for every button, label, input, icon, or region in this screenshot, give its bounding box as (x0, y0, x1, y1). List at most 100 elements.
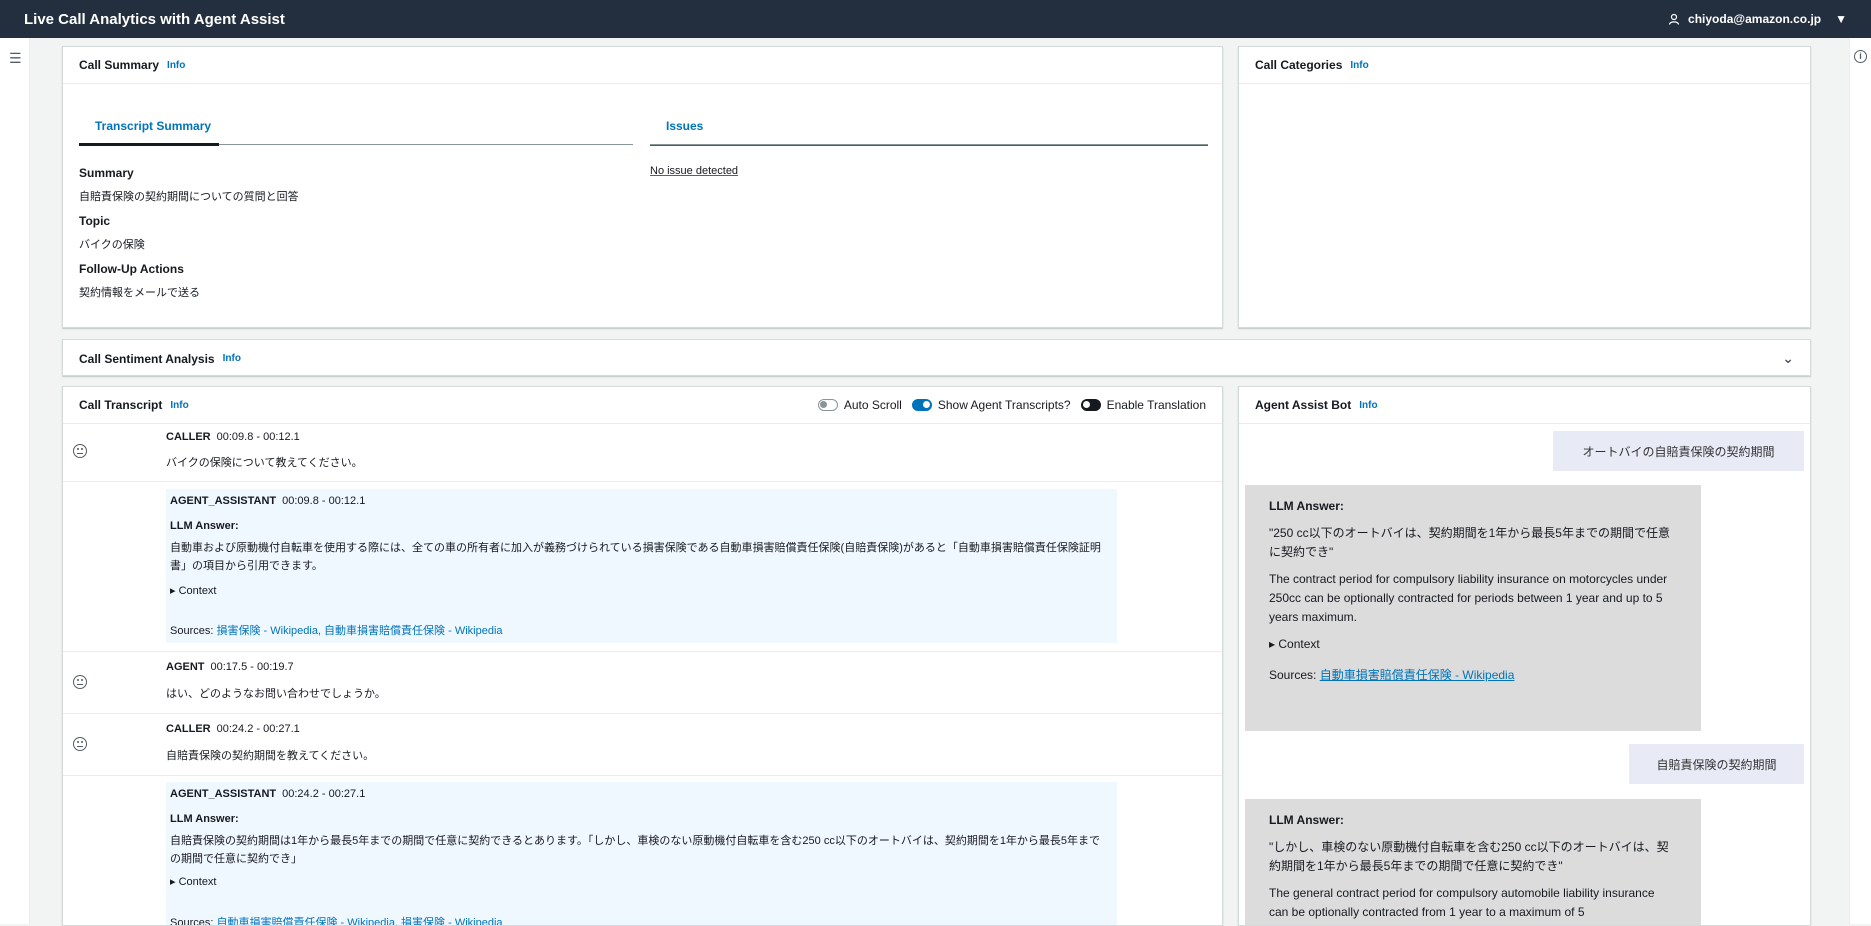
transcript-row: AGENT_ASSISTANT 00:09.8 - 00:12.1 LLM Ans… (63, 482, 1222, 652)
call-transcript-info-link[interactable]: Info (170, 400, 188, 411)
agent-assist-bot-panel: Agent Assist Bot Info オートバイの自賠責保険の契約期間 L… (1238, 386, 1811, 926)
user-menu[interactable]: chiyoda@amazon.co.jp ▼ (1668, 12, 1847, 26)
call-summary-header: Call Summary Info (63, 47, 1222, 84)
transcript-row: AGENT_ASSISTANT 00:24.2 - 00:27.1 LLM Ans… (63, 776, 1222, 926)
summary-label: Summary (79, 166, 134, 180)
sources-label: Sources: (170, 625, 214, 637)
speaker-line: AGENT_ASSISTANT 00:24.2 - 00:27.1 (170, 788, 365, 800)
tab-transcript-summary[interactable]: Transcript Summary (79, 105, 633, 146)
topic-value: バイクの保険 (79, 239, 145, 251)
side-navigation-rail: ☰ (0, 38, 30, 924)
context-toggle[interactable]: ▸ Context (1269, 635, 1677, 654)
caret-down-icon: ▼ (1835, 12, 1847, 26)
answer-quote: "しかし、車検のない原動機付自転車を含む250 cc以下のオートバイは、契約期間… (1269, 840, 1669, 873)
llm-answer-label: LLM Answer: (1269, 813, 1344, 827)
sentiment-panel[interactable]: Call Sentiment Analysis Info ⌄ (62, 339, 1811, 376)
llm-answer-label: LLM Answer: (1269, 499, 1344, 513)
timestamp: 00:24.2 - 00:27.1 (216, 723, 300, 735)
auto-scroll-switch[interactable] (817, 399, 838, 411)
issues-tab-indicator (650, 145, 1208, 146)
context-toggle[interactable]: ▸ Context (170, 584, 217, 597)
neutral-sentiment-icon (73, 675, 87, 689)
show-agent-transcripts-label: Show Agent Transcripts? (937, 398, 1071, 412)
call-categories-header: Call Categories Info (1239, 47, 1810, 84)
call-summary-panel: Call Summary Info Transcript Summary Iss… (62, 46, 1223, 328)
transcript-row: CALLER 00:09.8 - 00:12.1 バイクの保険について教えてくださ… (63, 424, 1222, 482)
top-navigation: Live Call Analytics with Agent Assist ch… (0, 0, 1871, 38)
active-tab-indicator (79, 143, 219, 146)
show-agent-transcripts-toggle[interactable]: Show Agent Transcripts? (911, 398, 1071, 412)
sentiment-info-link[interactable]: Info (223, 353, 241, 364)
show-agent-transcripts-switch[interactable] (911, 399, 932, 411)
no-issue-text: No issue detected (650, 165, 739, 177)
timestamp: 00:09.8 - 00:12.1 (216, 431, 300, 443)
auto-scroll-label: Auto Scroll (843, 398, 902, 412)
sentiment-header: Call Sentiment Analysis Info ⌄ (63, 340, 1810, 377)
call-categories-title: Call Categories (1255, 58, 1343, 72)
utterance-text: バイクの保険について教えてください。 (166, 457, 363, 469)
followup-value: 契約情報をメールで送る (79, 287, 200, 299)
call-summary-title: Call Summary (79, 58, 160, 72)
speaker-name: AGENT (166, 661, 205, 673)
followup-label: Follow-Up Actions (79, 262, 184, 276)
context-toggle[interactable]: ▸ Context (170, 875, 217, 888)
bot-answer-bubble: LLM Answer: "しかし、車検のない原動機付自転車を含む250 cc以下… (1245, 799, 1701, 925)
chevron-down-icon[interactable]: ⌄ (1782, 350, 1794, 367)
answer-text: The contract period for compulsory liabi… (1269, 572, 1668, 624)
speaker-line: CALLER 00:09.8 - 00:12.1 (166, 431, 300, 443)
hamburger-menu-icon[interactable]: ☰ (9, 50, 22, 67)
agent-assist-bot-info-link[interactable]: Info (1359, 400, 1377, 411)
neutral-sentiment-icon (73, 444, 87, 458)
enable-translation-toggle[interactable]: Enable Translation (1080, 398, 1206, 412)
speaker-line: CALLER 00:24.2 - 00:27.1 (166, 723, 300, 735)
summary-value: 自賠責保険の契約期間についての質問と回答 (79, 191, 299, 203)
call-transcript-header: Call Transcript Info Auto Scroll Show Ag… (63, 387, 1222, 424)
summary-tabs: Transcript Summary Issues (79, 105, 1208, 146)
llm-answer-label: LLM Answer: (170, 813, 239, 825)
speaker-name: AGENT_ASSISTANT (170, 788, 277, 800)
call-categories-info-link[interactable]: Info (1350, 60, 1368, 71)
answer-text: The general contract period for compulso… (1269, 886, 1655, 919)
source-link[interactable]: 自動車損害賠償責任保険 - Wikipedia, 損害保険 - Wikipedi… (216, 917, 502, 925)
app-title: Live Call Analytics with Agent Assist (24, 10, 285, 28)
source-link[interactable]: 損害保険 - Wikipedia, 自動車損害賠償責任保険 - Wikipedi… (216, 625, 502, 637)
tab-transcript-summary-label: Transcript Summary (95, 119, 212, 133)
sources-label: Sources: (1269, 668, 1317, 682)
call-categories-panel: Call Categories Info (1238, 46, 1811, 328)
call-transcript-panel: Call Transcript Info Auto Scroll Show Ag… (62, 386, 1223, 926)
agent-assistant-block: AGENT_ASSISTANT 00:24.2 - 00:27.1 LLM Ans… (166, 782, 1117, 926)
speaker-line: AGENT_ASSISTANT 00:09.8 - 00:12.1 (170, 495, 365, 507)
timestamp: 00:17.5 - 00:19.7 (210, 661, 294, 673)
utterance-text: はい、どのようなお問い合わせでしょうか。 (166, 688, 386, 700)
transcript-toggles: Auto Scroll Show Agent Transcripts? Enab… (817, 398, 1206, 412)
sources-label: Sources: (170, 917, 214, 926)
user-email: chiyoda@amazon.co.jp (1688, 12, 1822, 26)
user-icon (1668, 13, 1680, 25)
bot-answer-bubble: LLM Answer: "250 cc以下のオートバイは、契約期間を1年から最長… (1245, 485, 1701, 731)
agent-assist-bot-header: Agent Assist Bot Info (1239, 387, 1810, 424)
tab-issues-label: Issues (666, 119, 704, 133)
agent-assist-bot-title: Agent Assist Bot (1255, 398, 1352, 412)
call-summary-info-link[interactable]: Info (167, 60, 185, 71)
user-question-bubble: オートバイの自賠責保険の契約期間 (1553, 431, 1804, 471)
speaker-line: AGENT 00:17.5 - 00:19.7 (166, 661, 294, 673)
source-link[interactable]: 自動車損害賠償責任保険 - Wikipedia (1320, 668, 1515, 682)
tab-issues[interactable]: Issues (650, 105, 1208, 146)
sources-line: Sources: 自動車損害賠償責任保険 - Wikipedia (1269, 666, 1677, 685)
llm-answer-text: 自賠責保険の契約期間は1年から最長5年までの期間で任意に契約できるとあります。「… (170, 835, 1101, 865)
info-panel-icon[interactable]: i (1854, 50, 1867, 63)
sentiment-title: Call Sentiment Analysis (79, 351, 215, 366)
summary-content: Summary 自賠責保険の契約期間についての質問と回答 Topic バイクの保… (79, 161, 299, 305)
transcript-row: AGENT 00:17.5 - 00:19.7 はい、どのようなお問い合わせでしょ… (63, 652, 1222, 714)
answer-quote: "250 cc以下のオートバイは、契約期間を1年から最長5年までの期間で任意に契… (1269, 526, 1670, 559)
tools-rail: i (1849, 38, 1871, 924)
llm-answer-label: LLM Answer: (170, 520, 239, 532)
enable-translation-label: Enable Translation (1106, 398, 1206, 412)
auto-scroll-toggle[interactable]: Auto Scroll (817, 398, 902, 412)
speaker-name: AGENT_ASSISTANT (170, 495, 277, 507)
enable-translation-switch[interactable] (1080, 399, 1101, 411)
call-transcript-title: Call Transcript (79, 398, 163, 412)
agent-assistant-block: AGENT_ASSISTANT 00:09.8 - 00:12.1 LLM Ans… (166, 489, 1117, 643)
topic-label: Topic (79, 214, 111, 228)
user-question-bubble: 自賠責保険の契約期間 (1629, 744, 1804, 784)
